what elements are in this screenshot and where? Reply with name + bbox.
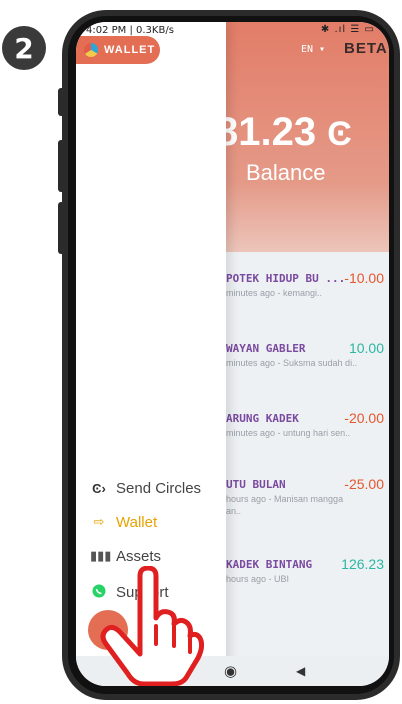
- status-time: 4:02 PM | 0.3KB/s: [86, 25, 174, 36]
- language-select[interactable]: EN ▾: [301, 44, 325, 55]
- step-badge: 2: [2, 26, 46, 70]
- wallet-logo: WALLET: [76, 36, 160, 64]
- back-button[interactable]: ◀: [296, 664, 305, 678]
- wallet-icon: ⇨: [93, 514, 105, 529]
- status-icons: ✱ .ıl ☰ ▭: [320, 24, 375, 35]
- status-bar: 4:02 PM | 0.3KB/s ✱ .ıl ☰ ▭: [76, 22, 389, 40]
- balance-label: Balance: [246, 160, 326, 185]
- circles-logo-icon: [84, 43, 98, 57]
- menu-item-send-circles[interactable]: Ͼ› Send Circles: [90, 476, 201, 500]
- beta-label: BETA: [344, 40, 388, 57]
- pointing-hand-icon: [100, 566, 204, 686]
- menu-item-wallet[interactable]: ⇨ Wallet: [90, 510, 158, 534]
- menu-item-assets[interactable]: ▮▮▮ Assets: [90, 544, 161, 568]
- circles-send-icon: Ͼ›: [92, 480, 106, 496]
- circles-currency-icon: Ͼ: [327, 115, 352, 153]
- assets-chart-icon: ▮▮▮: [90, 548, 112, 563]
- balance-amount: 81.23 Ͼ: [216, 110, 352, 154]
- home-button[interactable]: ◉: [224, 662, 237, 680]
